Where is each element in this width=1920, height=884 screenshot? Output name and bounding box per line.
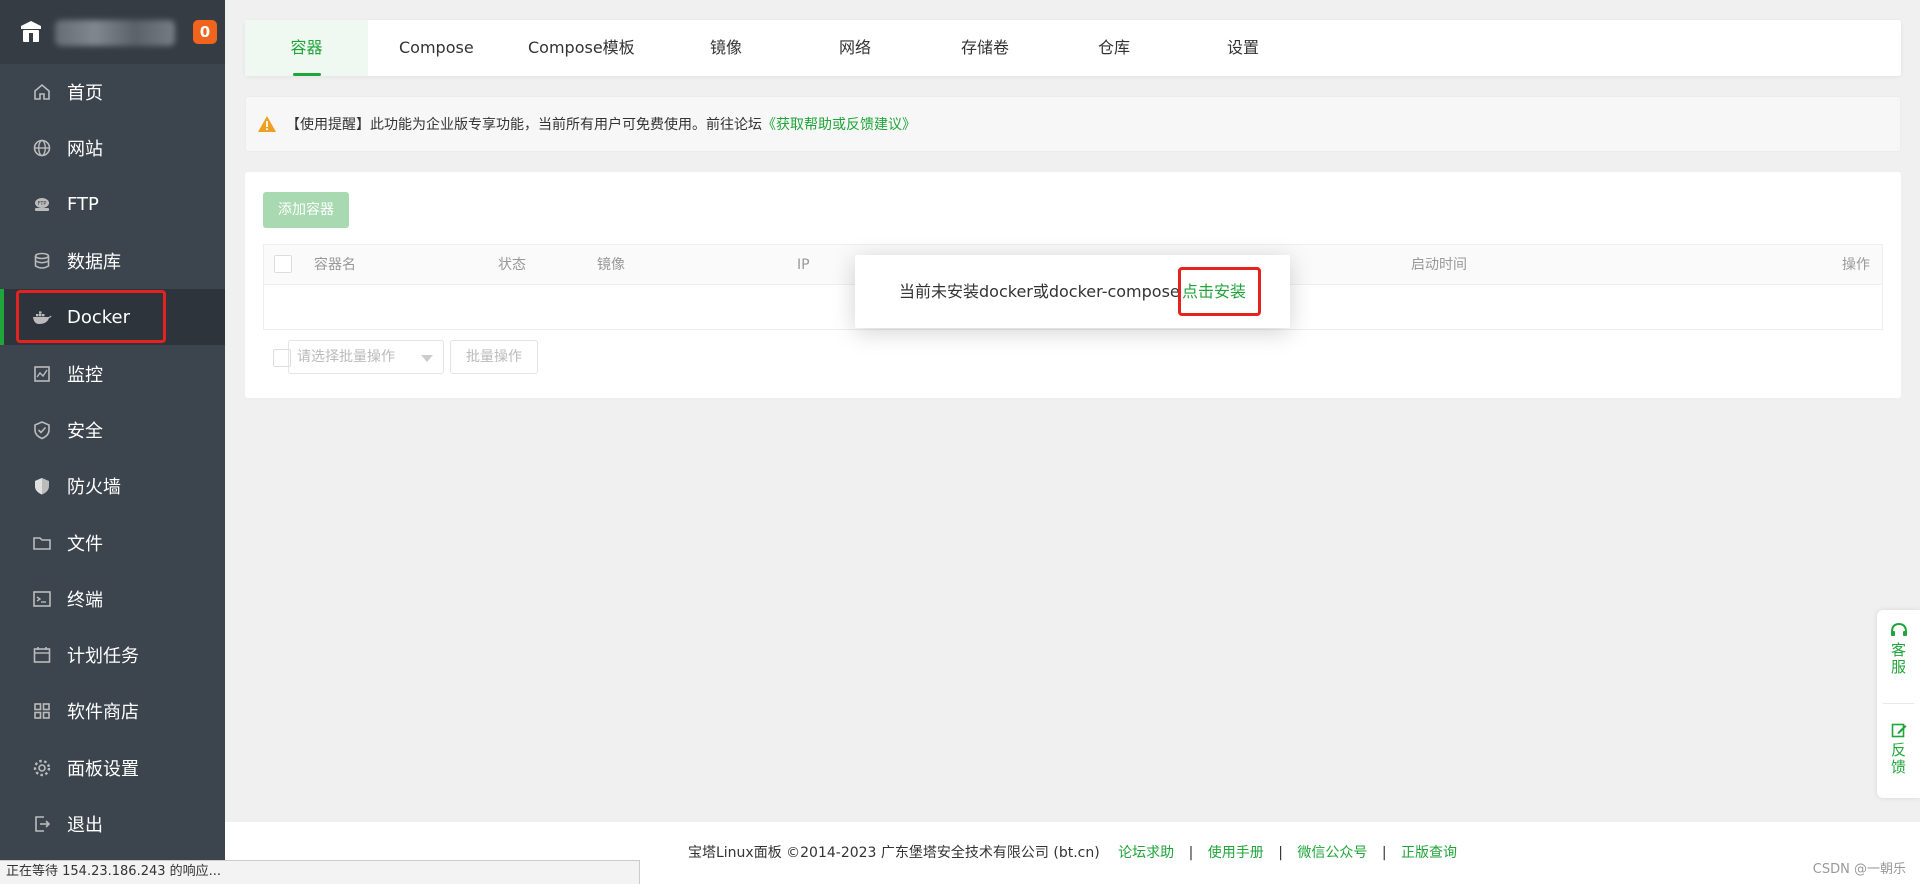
edit-icon — [1891, 723, 1906, 738]
tab-images[interactable]: 镜像 — [710, 20, 742, 76]
csdn-watermark: CSDN @一朝乐 — [1812, 862, 1906, 877]
folder-icon — [32, 533, 52, 553]
firewall-icon — [32, 476, 52, 496]
sidebar-nav: 首页 网站 FTP FTP 数据库 Docker 监控 安全 防火墙 文件 终端… — [0, 64, 225, 852]
database-icon — [32, 251, 52, 271]
sidebar-header: 0 — [0, 0, 225, 64]
footer-separator: | — [1188, 845, 1194, 861]
footer-link-license[interactable]: 正版查询 — [1401, 845, 1457, 861]
tab-volumes[interactable]: 存储卷 — [961, 20, 1009, 76]
footer-copyright: 宝塔Linux面板 ©2014-2023 广东堡塔安全技术有限公司 (bt.cn… — [687, 845, 1100, 861]
footer-link-manual[interactable]: 使用手册 — [1208, 845, 1264, 861]
column-header-name: 容器名 — [314, 257, 356, 273]
browser-status-bar: 正在等待 154.23.186.243 的响应... — [0, 860, 640, 884]
float-divider — [1883, 703, 1914, 704]
tab-registry[interactable]: 仓库 — [1098, 20, 1130, 76]
usage-notice: 【使用提醒】此功能为企业版专享功能，当前所有用户可免费使用。前往论坛 《获取帮助… — [245, 96, 1901, 152]
sidebar-item-label: 网站 — [67, 139, 103, 161]
sidebar-item-ftp[interactable]: FTP FTP — [0, 177, 225, 233]
batch-action-select[interactable]: 请选择批量操作 — [288, 340, 444, 374]
chevron-down-icon — [421, 355, 433, 362]
calendar-icon — [32, 645, 52, 665]
server-name-blurred — [55, 20, 175, 46]
footer-link-wechat[interactable]: 微信公众号 — [1297, 845, 1367, 861]
sidebar-item-label: 首页 — [67, 83, 103, 105]
logo-icon — [21, 21, 41, 42]
svg-text:FTP: FTP — [38, 201, 47, 207]
docker-icon — [32, 307, 52, 327]
logout-icon — [32, 814, 52, 834]
monitor-icon — [32, 364, 52, 384]
home-icon — [32, 82, 52, 102]
footer-separator: | — [1381, 845, 1387, 861]
ftp-icon: FTP — [32, 195, 52, 215]
column-header-ip: IP — [797, 257, 810, 273]
batch-action-button[interactable]: 批量操作 — [450, 340, 538, 374]
sidebar-item-label: 文件 — [67, 533, 103, 555]
notice-text: 【使用提醒】此功能为企业版专享功能，当前所有用户可免费使用。前往论坛 — [286, 117, 762, 133]
batch-select-placeholder: 请选择批量操作 — [297, 349, 395, 365]
sidebar-item-security[interactable]: 安全 — [0, 402, 225, 458]
sidebar-item-monitor[interactable]: 监控 — [0, 345, 225, 401]
column-header-image: 镜像 — [597, 257, 625, 273]
message-badge[interactable]: 0 — [193, 20, 217, 44]
sidebar-item-terminal[interactable]: 终端 — [0, 571, 225, 627]
feedback-label: 反馈 — [1890, 741, 1906, 776]
column-header-start-time: 启动时间 — [1411, 257, 1467, 273]
docker-not-installed-dialog: 当前未安装docker或docker-compose 点击安装 — [855, 255, 1290, 328]
column-header-status: 状态 — [498, 257, 526, 273]
grid-icon — [32, 701, 52, 721]
sidebar-item-label: 终端 — [67, 589, 103, 611]
sidebar-item-label: 退出 — [67, 815, 103, 836]
warning-icon — [258, 116, 276, 132]
tab-settings[interactable]: 设置 — [1227, 20, 1259, 76]
select-all-checkbox[interactable] — [274, 255, 292, 273]
tab-bar: 容器 Compose Compose模板 镜像 网络 存储卷 仓库 设置 — [245, 20, 1901, 76]
tab-compose[interactable]: Compose — [399, 20, 474, 76]
feedback-button[interactable]: 反馈 — [1877, 722, 1920, 776]
sidebar-item-docker[interactable]: Docker — [0, 289, 225, 346]
sidebar: 0 首页 网站 FTP FTP 数据库 Docker 监控 安全 防火墙 文件 … — [0, 0, 225, 884]
terminal-icon — [32, 589, 52, 609]
gear-icon — [32, 758, 52, 778]
shield-icon — [32, 420, 52, 440]
sidebar-item-label: FTP — [67, 194, 99, 216]
forum-help-link[interactable]: 《获取帮助或反馈建议》 — [762, 114, 916, 134]
dialog-message: 当前未安装docker或docker-compose — [899, 282, 1180, 301]
sidebar-item-label: Docker — [67, 306, 131, 328]
sidebar-item-firewall[interactable]: 防火墙 — [0, 458, 225, 514]
sidebar-item-label: 软件商店 — [67, 702, 139, 724]
sidebar-item-label: 数据库 — [67, 252, 121, 274]
sidebar-item-panel-settings[interactable]: 面板设置 — [0, 740, 225, 796]
footer-separator: | — [1278, 845, 1283, 861]
sidebar-item-cron[interactable]: 计划任务 — [0, 627, 225, 683]
add-container-button[interactable]: 添加容器 — [263, 192, 349, 228]
install-docker-link[interactable]: 点击安装 — [1182, 255, 1246, 328]
sidebar-item-home[interactable]: 首页 — [0, 64, 225, 120]
headset-icon — [1890, 622, 1907, 636]
customer-service-button[interactable]: 客服 — [1877, 622, 1920, 676]
tab-containers[interactable]: 容器 — [245, 20, 368, 76]
floating-side-panel: 客服 反馈 — [1877, 610, 1920, 798]
sidebar-item-label: 面板设置 — [67, 758, 139, 780]
sidebar-item-label: 监控 — [67, 364, 103, 386]
sidebar-item-label: 安全 — [67, 420, 103, 442]
sidebar-item-database[interactable]: 数据库 — [0, 233, 225, 289]
footer-link-forum[interactable]: 论坛求助 — [1118, 845, 1174, 861]
tab-compose-templates[interactable]: Compose模板 — [528, 20, 635, 76]
globe-icon — [32, 138, 52, 158]
column-header-actions: 操作 — [1842, 257, 1870, 273]
sidebar-item-files[interactable]: 文件 — [0, 514, 225, 570]
sidebar-item-app-store[interactable]: 软件商店 — [0, 683, 225, 739]
sidebar-item-label: 防火墙 — [67, 477, 121, 499]
sidebar-item-website[interactable]: 网站 — [0, 120, 225, 176]
sidebar-item-logout[interactable]: 退出 — [0, 796, 225, 852]
tab-networks[interactable]: 网络 — [839, 20, 871, 76]
customer-service-label: 客服 — [1890, 641, 1906, 676]
sidebar-item-label: 计划任务 — [67, 646, 139, 668]
